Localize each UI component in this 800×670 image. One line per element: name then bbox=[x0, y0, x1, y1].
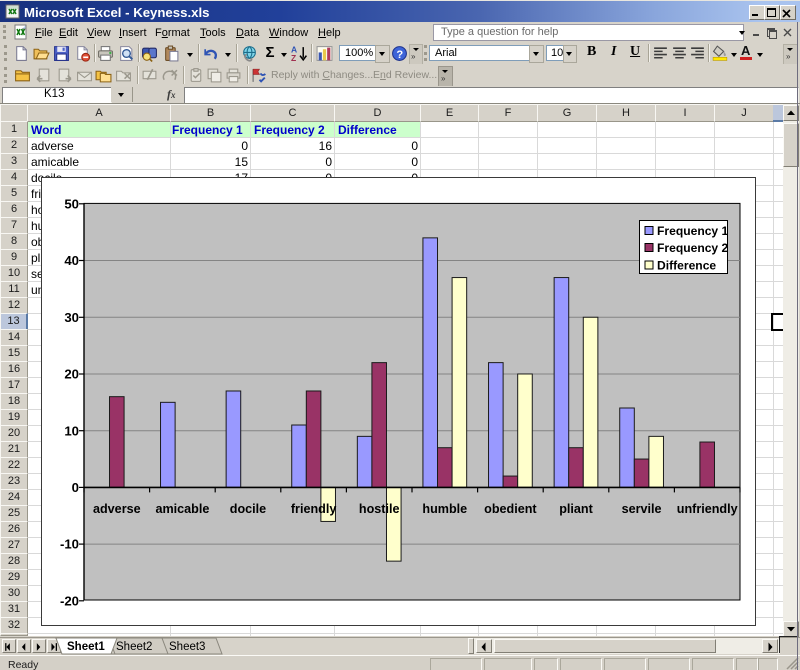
svg-text:obedient: obedient bbox=[484, 502, 537, 516]
svg-text:-10: -10 bbox=[60, 537, 79, 552]
svg-text:-20: -20 bbox=[60, 593, 79, 608]
svg-text:Sheet2: Sheet2 bbox=[116, 641, 152, 653]
svg-text:Z: Z bbox=[291, 53, 296, 62]
svg-text:Difference: Difference bbox=[657, 258, 716, 272]
svg-text:?: ? bbox=[396, 49, 403, 61]
svg-text:docile: docile bbox=[230, 502, 266, 516]
svg-text:Sheet3: Sheet3 bbox=[169, 641, 205, 653]
svg-text:10: 10 bbox=[64, 423, 79, 438]
svg-text:hostile: hostile bbox=[359, 502, 400, 516]
svg-text:20: 20 bbox=[64, 367, 79, 382]
svg-text:amicable: amicable bbox=[155, 502, 209, 516]
svg-text:unfriendly: unfriendly bbox=[677, 502, 738, 516]
svg-text:0: 0 bbox=[72, 480, 79, 495]
svg-text:servile: servile bbox=[622, 502, 662, 516]
svg-text:humble: humble bbox=[422, 502, 467, 516]
svg-text:Sheet1: Sheet1 bbox=[67, 641, 105, 653]
svg-text:friendly: friendly bbox=[291, 502, 337, 516]
svg-text:40: 40 bbox=[64, 253, 79, 268]
svg-text:adverse: adverse bbox=[93, 502, 141, 516]
svg-text:Frequency 1: Frequency 1 bbox=[657, 224, 729, 238]
svg-text:50: 50 bbox=[64, 196, 79, 211]
svg-text:pliant: pliant bbox=[559, 502, 593, 516]
svg-text:30: 30 bbox=[64, 310, 79, 325]
svg-text:Frequency 2: Frequency 2 bbox=[657, 241, 729, 255]
